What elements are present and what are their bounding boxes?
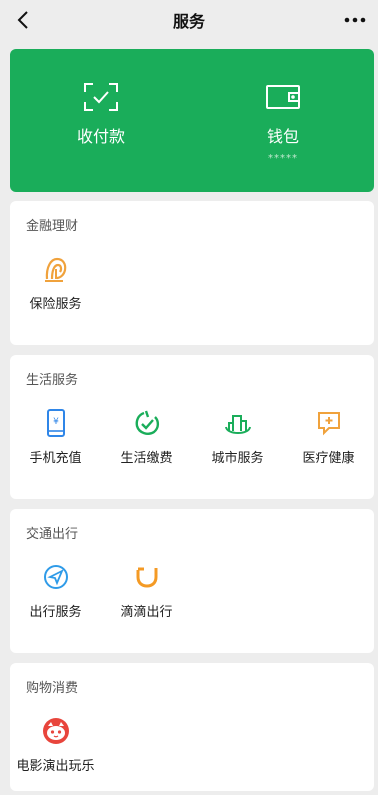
back-button[interactable] (12, 8, 34, 32)
more-button[interactable] (342, 9, 368, 31)
service-label: 保险服务 (29, 297, 82, 312)
movie-cat-icon (42, 717, 70, 745)
service-insurance[interactable]: 保险服务 (10, 255, 101, 312)
section-title: 生活服务 (26, 373, 79, 388)
bill-payment-icon (133, 409, 161, 437)
more-dots-icon (344, 17, 366, 23)
service-label: 医疗健康 (302, 451, 355, 466)
section-title: 购物消费 (26, 681, 79, 696)
section-shopping: 购物消费 电影演出玩乐 (10, 663, 374, 791)
service-bill-payment[interactable]: 生活缴费 (101, 409, 192, 466)
service-movie-shows[interactable]: 电影演出玩乐 (10, 717, 101, 774)
service-label: 电影演出玩乐 (16, 759, 95, 774)
section-finance: 金融理财 保险服务 (10, 201, 374, 345)
section-life-services: 生活服务 ¥ 手机充值 生活缴费 城市服务 医疗健康 (10, 355, 374, 499)
wallet-balance-masked: ***** (268, 153, 298, 164)
wallet-label: 钱包 (266, 127, 299, 146)
service-travel[interactable]: 出行服务 (10, 563, 101, 620)
service-label: 滴滴出行 (120, 605, 173, 620)
service-medical[interactable]: 医疗健康 (283, 409, 374, 466)
scan-check-icon (84, 83, 118, 111)
service-city[interactable]: 城市服务 (192, 409, 283, 466)
service-label: 出行服务 (29, 605, 82, 620)
section-transport: 交通出行 出行服务 滴滴出行 (10, 509, 374, 653)
didi-icon (133, 563, 161, 591)
wallet-icon (266, 85, 300, 109)
service-label: 手机充值 (29, 451, 82, 466)
section-title: 交通出行 (26, 527, 79, 542)
insurance-icon (42, 255, 70, 283)
pay-receive-label: 收付款 (76, 127, 125, 146)
svg-text:¥: ¥ (53, 417, 59, 427)
service-didi[interactable]: 滴滴出行 (101, 563, 192, 620)
city-service-icon (224, 409, 252, 437)
mobile-recharge-icon: ¥ (42, 409, 70, 437)
wallet-button[interactable]: 钱包 ***** (192, 49, 374, 192)
medical-icon (315, 409, 343, 437)
navigation-bar: 服务 (0, 0, 378, 40)
service-label: 城市服务 (211, 451, 264, 466)
travel-navigation-icon (42, 563, 70, 591)
page-title: 服务 (172, 12, 205, 31)
wallet-panel: 收付款 钱包 ***** (10, 49, 374, 192)
service-label: 生活缴费 (120, 451, 173, 466)
section-title: 金融理财 (26, 219, 79, 234)
service-mobile-recharge[interactable]: ¥ 手机充值 (10, 409, 101, 466)
chevron-left-icon (17, 11, 28, 29)
pay-receive-button[interactable]: 收付款 (10, 49, 192, 192)
